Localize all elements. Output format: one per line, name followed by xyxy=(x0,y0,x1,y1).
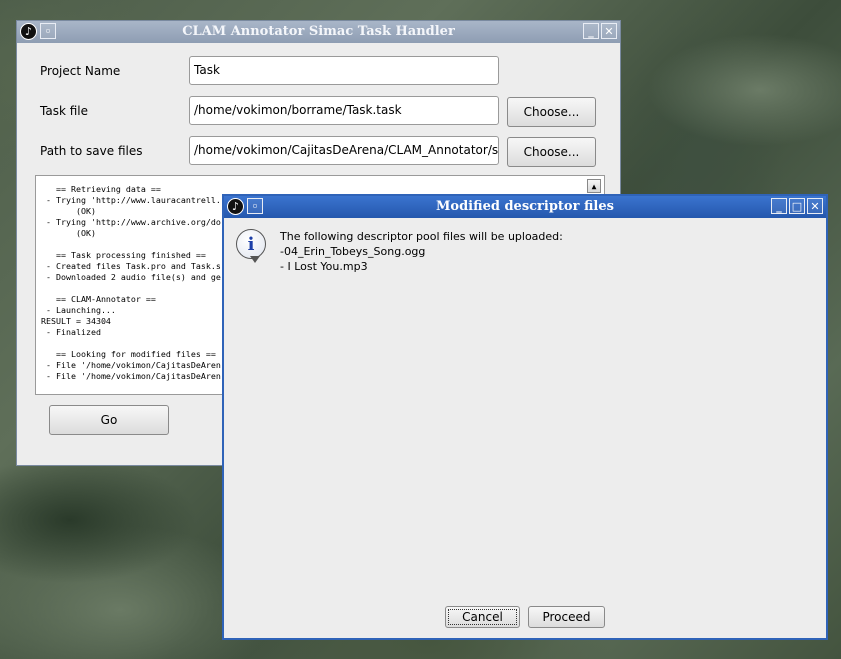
task-file-label: Task file xyxy=(40,104,88,118)
modified-files-dialog: ♪ ◦ Modified descriptor files _ □ ✕ i Th… xyxy=(222,194,828,640)
dialog-titlebar[interactable]: ♪ ◦ Modified descriptor files _ □ ✕ xyxy=(224,196,826,218)
close-icon[interactable]: ✕ xyxy=(807,198,823,214)
main-window-titlebar[interactable]: ♪ ◦ CLAM Annotator Simac Task Handler _ … xyxy=(17,21,620,43)
dialog-message: The following descriptor pool files will… xyxy=(280,230,563,243)
cancel-button[interactable]: Cancel xyxy=(445,606,520,628)
project-name-label: Project Name xyxy=(40,64,121,78)
minimize-icon[interactable]: _ xyxy=(771,198,787,214)
proceed-button[interactable]: Proceed xyxy=(528,606,605,628)
file-item: -04_Erin_Tobeys_Song.ogg xyxy=(280,245,426,258)
choose-task-file-button[interactable]: Choose... xyxy=(507,97,596,127)
path-label: Path to save files xyxy=(40,144,143,158)
info-icon: i xyxy=(236,229,266,259)
maximize-icon[interactable]: □ xyxy=(789,198,805,214)
file-item: - I Lost You.mp3 xyxy=(280,260,368,273)
task-file-input[interactable]: /home/vokimon/borrame/Task.task xyxy=(189,96,499,125)
info-icon-tail xyxy=(250,256,260,263)
choose-path-button[interactable]: Choose... xyxy=(507,137,596,167)
project-name-input[interactable]: Task xyxy=(189,56,499,85)
close-icon[interactable]: ✕ xyxy=(601,23,617,39)
scroll-up-arrow-icon[interactable]: ▲ xyxy=(587,179,601,193)
go-button[interactable]: Go xyxy=(49,405,169,435)
main-window-title: CLAM Annotator Simac Task Handler xyxy=(182,24,455,39)
minimize-icon[interactable]: _ xyxy=(583,23,599,39)
path-input[interactable]: /home/vokimon/CajitasDeArena/CLAM_Annota… xyxy=(189,136,499,165)
dialog-title: Modified descriptor files xyxy=(436,199,614,214)
